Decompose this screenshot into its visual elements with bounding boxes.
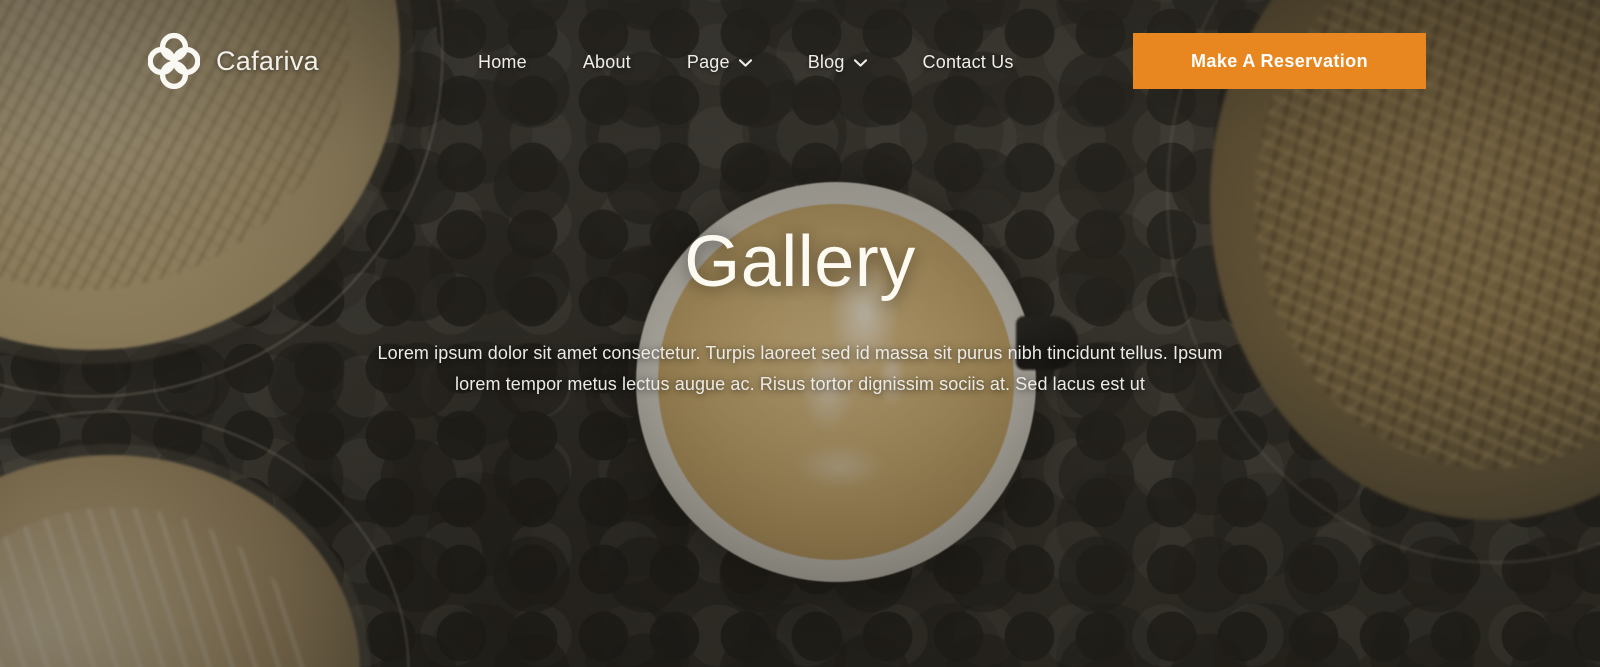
nav-item-label: About <box>582 52 631 72</box>
brand-logo-link[interactable]: Cafariva <box>148 31 319 91</box>
site-header: Cafariva Home About Page Blog Contact Us… <box>0 0 1600 122</box>
nav-item-label: Contact Us <box>922 52 1014 72</box>
nav-item-label: Home <box>478 52 527 72</box>
nav-item-contact-us[interactable]: Contact Us <box>923 46 1014 79</box>
nav-item-page[interactable]: Page <box>687 46 752 79</box>
nav-item-about[interactable]: About <box>583 46 631 79</box>
chevron-down-icon[interactable] <box>738 58 752 67</box>
hero-section: Cafariva Home About Page Blog Contact Us… <box>0 0 1600 667</box>
nav-item-blog[interactable]: Blog <box>808 46 867 79</box>
interlocking-rings-logo-icon <box>148 32 200 90</box>
main-navigation: Home About Page Blog Contact Us <box>478 46 1014 79</box>
nav-item-home[interactable]: Home <box>478 46 527 79</box>
make-a-reservation-button[interactable]: Make A Reservation <box>1133 33 1426 89</box>
brand-name: Cafariva <box>216 45 319 76</box>
nav-item-label: Page <box>686 52 730 72</box>
chevron-down-icon[interactable] <box>853 58 867 67</box>
nav-item-label: Blog <box>807 52 845 72</box>
